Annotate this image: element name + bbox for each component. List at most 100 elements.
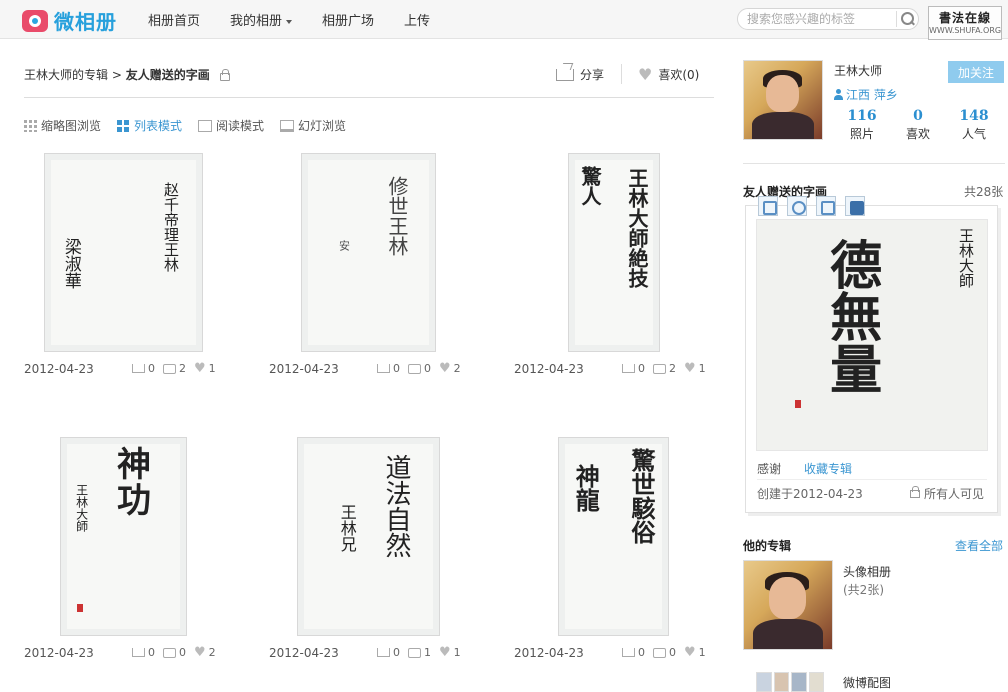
user-avatar[interactable] bbox=[743, 60, 823, 140]
album-thumbnail[interactable] bbox=[743, 560, 833, 650]
follow-button[interactable]: 加关注 bbox=[948, 61, 1004, 83]
comment-icon bbox=[408, 647, 421, 658]
main-nav: 相册首页 我的相册 相册广场 上传 bbox=[148, 0, 460, 39]
album-name[interactable]: 微博配图 bbox=[843, 674, 891, 691]
user-location: 江西 萍乡 bbox=[834, 86, 898, 103]
mini-photo bbox=[808, 672, 824, 692]
comment-icon bbox=[163, 363, 176, 374]
stat-likes-count: 0 bbox=[913, 108, 923, 124]
stat-like[interactable]: ♥ 1 bbox=[684, 362, 706, 376]
stat-popularity-label: 人气 bbox=[961, 127, 986, 141]
read-icon bbox=[198, 119, 213, 132]
stat-photos[interactable]: 116 照片 bbox=[842, 108, 882, 142]
collect-album-link[interactable]: 收藏专辑 bbox=[804, 460, 852, 477]
like-button[interactable]: ♥ 喜欢(0) bbox=[638, 66, 699, 83]
stat-share[interactable]: 0 bbox=[132, 646, 155, 659]
photo-thumbnail[interactable]: 道法自然 王林兄 bbox=[297, 437, 440, 636]
header-divider bbox=[24, 97, 714, 98]
partner-badge[interactable]: 書法在線 WWW.SHUFA.ORG bbox=[928, 6, 1002, 40]
photo-thumbnail[interactable]: 驚世駭俗 神龍 bbox=[558, 437, 669, 636]
stat-comment[interactable]: 0 bbox=[653, 646, 676, 659]
share-icon bbox=[132, 364, 145, 373]
album-thumbnail[interactable] bbox=[756, 672, 826, 692]
view-all-link[interactable]: 查看全部 bbox=[955, 537, 1003, 554]
stat-comment[interactable]: 2 bbox=[163, 362, 186, 375]
photo-date: 2012-04-23 bbox=[269, 362, 339, 376]
calligraphy-signature: 梁淑華 bbox=[60, 238, 81, 289]
mode-slideshow[interactable]: 幻灯浏览 bbox=[280, 117, 346, 134]
photo-stats: 0 2 ♥ 1 bbox=[124, 362, 216, 375]
mode-thumbnail[interactable]: 缩略图浏览 bbox=[24, 117, 101, 134]
mode-list-label: 列表模式 bbox=[134, 119, 183, 133]
stat-like[interactable]: ♥ 2 bbox=[194, 646, 216, 660]
stat-share-count: 0 bbox=[638, 362, 645, 375]
nav-home[interactable]: 相册首页 bbox=[148, 10, 200, 29]
nav-upload[interactable]: 上传 bbox=[404, 10, 430, 29]
photo-thumbnail[interactable]: 王林大師絶技 驚人 bbox=[568, 153, 660, 352]
album-count: (共2张) bbox=[843, 583, 884, 597]
photo-thumbnail[interactable]: 修世王林 安 bbox=[301, 153, 436, 352]
logo-text: 微相册 bbox=[54, 9, 117, 34]
photo-thumbnail[interactable]: 神功 王林大師 bbox=[60, 437, 187, 636]
stat-share[interactable]: 0 bbox=[377, 646, 400, 659]
comment-icon bbox=[163, 647, 176, 658]
stat-comment[interactable]: 2 bbox=[653, 362, 676, 375]
photo-stats: 0 1 ♥ 1 bbox=[369, 646, 461, 659]
logo[interactable]: 微相册 bbox=[22, 5, 117, 35]
search-box bbox=[737, 8, 919, 30]
album-count: 共28张 bbox=[964, 185, 1004, 199]
stat-comment[interactable]: 1 bbox=[408, 646, 431, 659]
stat-like[interactable]: ♥ 1 bbox=[194, 362, 216, 376]
calligraphy-signature: 王林兄 bbox=[337, 504, 357, 552]
stat-like[interactable]: ♥ 1 bbox=[439, 646, 461, 660]
heart-icon: ♥ bbox=[684, 644, 696, 660]
search-input[interactable] bbox=[747, 12, 887, 26]
stat-share-count: 0 bbox=[638, 646, 645, 659]
thanks-link[interactable]: 感谢 bbox=[757, 460, 781, 477]
person-icon bbox=[834, 89, 843, 100]
fit-icon[interactable] bbox=[758, 196, 778, 216]
zoom-icon[interactable] bbox=[787, 196, 807, 216]
photo-thumbnail[interactable]: 赵千帝理王林 梁淑華 bbox=[44, 153, 203, 352]
stat-likes[interactable]: 0 喜欢 bbox=[898, 108, 938, 142]
wallpaper-icon[interactable] bbox=[816, 196, 836, 216]
album-name[interactable]: 头像相册 bbox=[843, 563, 891, 580]
stat-share-count: 0 bbox=[393, 646, 400, 659]
breadcrumb-album: 友人赠送的字画 bbox=[125, 68, 210, 82]
stat-share[interactable]: 0 bbox=[377, 362, 400, 375]
divider bbox=[621, 64, 622, 84]
stat-popularity-count: 148 bbox=[959, 108, 989, 124]
stat-share[interactable]: 0 bbox=[622, 646, 645, 659]
album-cover[interactable]: 德無量 王林大師 bbox=[756, 219, 988, 451]
stat-like-count: 2 bbox=[453, 362, 461, 375]
red-seal bbox=[795, 400, 801, 408]
partner-title: 書法在線 bbox=[938, 11, 991, 25]
stat-share-count: 0 bbox=[148, 362, 155, 375]
stat-comment[interactable]: 0 bbox=[163, 646, 186, 659]
stat-like-count: 1 bbox=[453, 646, 461, 659]
stat-like-count: 1 bbox=[698, 646, 706, 659]
breadcrumb-owner[interactable]: 王林大师的专辑 bbox=[24, 68, 108, 82]
breadcrumb: 王林大师的专辑 > 友人赠送的字画 bbox=[24, 66, 230, 83]
nav-my-albums[interactable]: 我的相册 bbox=[230, 10, 293, 29]
share-button[interactable]: 分享 bbox=[556, 66, 604, 83]
mode-read[interactable]: 阅读模式 bbox=[198, 117, 264, 134]
calligraphy-paper: 赵千帝理王林 梁淑華 bbox=[51, 160, 196, 345]
stat-comment[interactable]: 0 bbox=[408, 362, 431, 375]
mode-list[interactable]: 列表模式 bbox=[117, 117, 182, 134]
user-location-text: 江西 萍乡 bbox=[846, 88, 898, 102]
stat-like-count: 2 bbox=[208, 646, 216, 659]
stat-share[interactable]: 0 bbox=[132, 362, 155, 375]
stat-share[interactable]: 0 bbox=[622, 362, 645, 375]
album-visibility-text: 所有人可见 bbox=[924, 487, 985, 501]
user-name[interactable]: 王林大师 bbox=[834, 62, 882, 79]
search-icon[interactable] bbox=[896, 11, 914, 27]
nav-square[interactable]: 相册广场 bbox=[322, 10, 374, 29]
stat-like[interactable]: ♥ 2 bbox=[439, 362, 461, 376]
calligraphy-text: 修世王林 bbox=[385, 176, 409, 256]
chevron-down-icon bbox=[286, 19, 293, 24]
stat-comment-count: 0 bbox=[424, 362, 431, 375]
save-icon[interactable] bbox=[845, 196, 865, 216]
mini-photo bbox=[773, 672, 789, 692]
stat-like[interactable]: ♥ 1 bbox=[684, 644, 706, 660]
